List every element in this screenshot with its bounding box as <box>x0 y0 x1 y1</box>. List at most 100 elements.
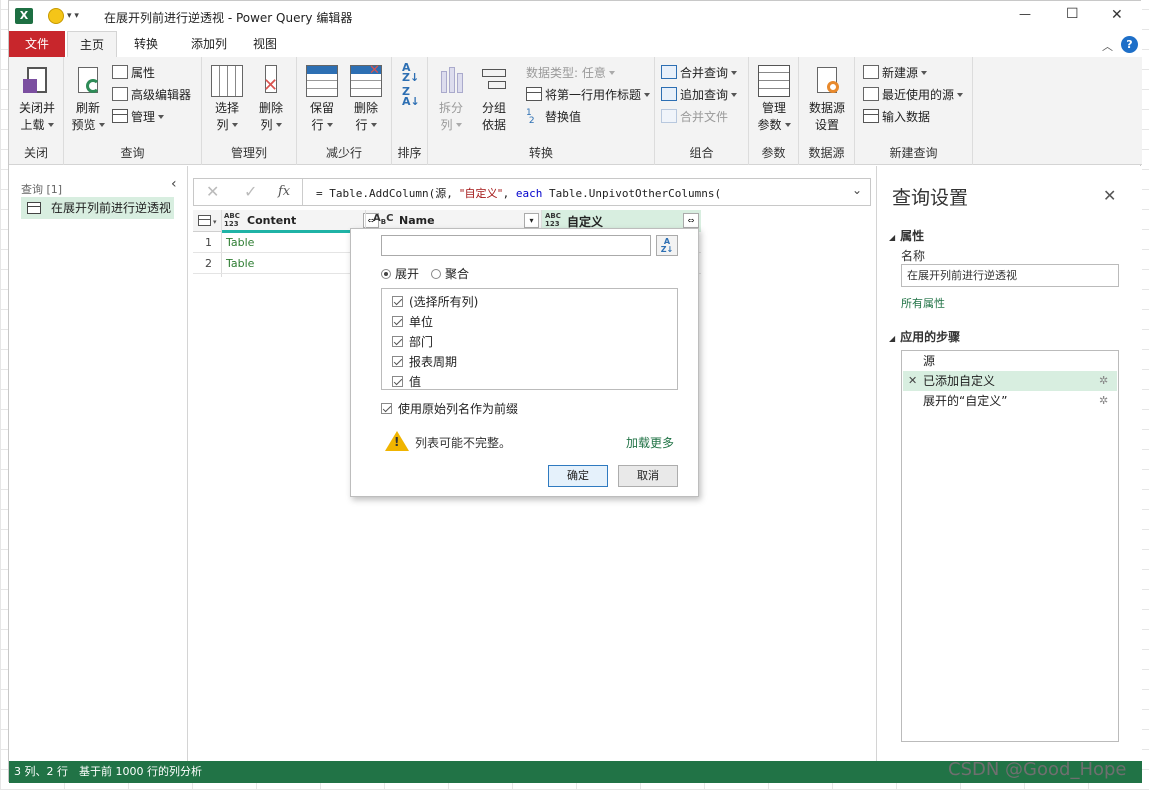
applied-steps-header[interactable]: ◢ 应用的步骤 <box>889 328 960 345</box>
append-queries-button[interactable]: 追加查询 <box>661 85 738 105</box>
cancel-button[interactable]: 取消 <box>618 465 678 487</box>
group-close: 关闭并 上载 关闭 <box>9 57 64 165</box>
step-item[interactable]: ✕ 已添加自定义 ✲ <box>903 371 1117 391</box>
text-type-icon: ABC <box>373 213 394 226</box>
all-properties-link[interactable]: 所有属性 <box>901 295 945 311</box>
group-manage-columns: 选择 列 ✕ 删除 列 管理列 <box>202 57 297 165</box>
tab-add-column[interactable]: 添加列 <box>177 31 241 57</box>
choose-columns-button[interactable]: 选择 列 <box>206 65 248 134</box>
group-by-button[interactable]: 分组 依据 <box>474 65 514 134</box>
query-item[interactable]: 在展开列前进行逆透视 <box>21 197 174 219</box>
group-data-source: 数据源 设置 数据源 <box>799 57 855 165</box>
checkbox-unit[interactable]: 单位 <box>392 313 433 330</box>
expand-column-icon[interactable]: ⇔ <box>683 213 699 228</box>
expand-column-dialog: A Z↓ 展开 聚合 (选择所有列) 单位 部门 报表周期 值 使用原始列名作为前… <box>350 228 699 497</box>
remove-columns-button[interactable]: ✕ 删除 列 <box>250 65 292 134</box>
window-title: 在展开列前进行逆透视 - Power Query 编辑器 <box>104 11 353 25</box>
gear-icon[interactable]: ✲ <box>1099 391 1108 411</box>
group-parameters: 管理 参数 参数 <box>749 57 799 165</box>
group-label-manage-columns: 管理列 <box>230 146 267 160</box>
checkbox-report-period[interactable]: 报表周期 <box>392 353 457 370</box>
close-and-load-button[interactable]: 关闭并 上载 <box>13 65 61 134</box>
close-settings-icon[interactable]: ✕ <box>1103 186 1116 205</box>
split-column-button[interactable]: 拆分 列 <box>432 65 470 134</box>
enter-data-button[interactable]: 输入数据 <box>863 107 930 127</box>
refresh-icon <box>72 65 104 97</box>
combine-files-button[interactable]: 合并文件 <box>661 107 728 127</box>
minimize-button[interactable]: — <box>1019 7 1031 21</box>
sort-ascending-icon[interactable]: A Z↓ <box>402 62 419 83</box>
manage-button[interactable]: 管理 <box>112 107 165 127</box>
group-sort: A Z↓ Z A↓ 排序 <box>392 57 428 165</box>
tab-file[interactable]: 文件 <box>9 31 65 57</box>
checkbox-value[interactable]: 值 <box>392 373 421 390</box>
recent-sources-button[interactable]: 最近使用的源 <box>863 85 964 105</box>
any-type-icon: ABC 123 <box>224 212 240 228</box>
sort-descending-icon[interactable]: Z A↓ <box>402 86 420 107</box>
properties-section-header[interactable]: ◢ 属性 <box>889 227 924 244</box>
recent-sources-icon <box>863 87 879 101</box>
table-cell-link[interactable]: Table <box>226 236 254 249</box>
search-input[interactable] <box>381 235 651 256</box>
gear-icon[interactable]: ✲ <box>1099 371 1108 391</box>
tab-transform[interactable]: 转换 <box>121 31 171 57</box>
group-label-parameters: 参数 <box>761 146 786 160</box>
formula-input[interactable]: = Table.AddColumn(源, "自定义", each Table.U… <box>316 185 721 201</box>
help-icon[interactable]: ? <box>1121 36 1138 53</box>
table-menu-icon[interactable] <box>198 215 211 226</box>
column-checkbox-list: (选择所有列) 单位 部门 报表周期 值 <box>381 288 678 390</box>
excel-icon: X <box>15 8 33 24</box>
prefix-checkbox[interactable]: 使用原始列名作为前缀 <box>381 400 518 417</box>
sort-az-button[interactable]: A Z↓ <box>656 235 678 256</box>
advanced-editor-button[interactable]: 高级编辑器 <box>112 85 191 105</box>
ok-button[interactable]: 确定 <box>548 465 608 487</box>
use-first-row-headers-button[interactable]: 将第一行用作标题 <box>526 85 651 105</box>
status-profile[interactable]: 基于前 1000 行的列分析 <box>79 761 202 783</box>
cancel-formula-icon[interactable]: ✕ <box>206 182 219 201</box>
choose-columns-icon <box>211 65 243 97</box>
aggregate-radio[interactable]: 聚合 <box>431 265 469 282</box>
column-header-content[interactable]: ABC 123 Content ⇔ <box>222 210 379 233</box>
expand-radio[interactable]: 展开 <box>381 265 419 282</box>
merge-queries-button[interactable]: 合并查询 <box>661 63 738 83</box>
collapse-ribbon-icon[interactable]: ︿ <box>1102 38 1113 54</box>
collapse-queries-icon[interactable]: ‹ <box>171 176 177 192</box>
table-cell-link[interactable]: Table <box>226 257 254 270</box>
properties-button[interactable]: 属性 <box>112 63 155 83</box>
filter-dropdown-icon[interactable]: ▾ <box>524 213 539 228</box>
maximize-button[interactable]: ☐ <box>1066 6 1079 22</box>
manage-parameters-button[interactable]: 管理 参数 <box>752 65 796 134</box>
tab-view[interactable]: 视图 <box>241 31 289 57</box>
group-label-close: 关闭 <box>23 146 48 160</box>
queries-header: 查询 [1] <box>21 183 63 196</box>
step-item[interactable]: 展开的“自定义” ✲ <box>903 391 1117 411</box>
fx-icon[interactable]: fx <box>278 184 290 199</box>
replace-values-button[interactable]: 1 2 替换值 <box>526 107 581 127</box>
applied-steps-list: 源 ✕ 已添加自定义 ✲ 展开的“自定义” ✲ <box>901 350 1119 742</box>
customize-qat-icon[interactable]: ▾ ▾ <box>67 11 79 21</box>
expand-formula-icon[interactable]: ⌄ <box>852 183 862 197</box>
load-more-link[interactable]: 加载更多 <box>626 434 674 451</box>
keep-rows-button[interactable]: 保留 行 <box>301 65 343 134</box>
checkbox-department[interactable]: 部门 <box>392 333 433 350</box>
query-name-input[interactable]: 在展开列前进行逆透视 <box>901 264 1119 287</box>
commit-formula-icon[interactable]: ✓ <box>244 182 257 201</box>
advanced-editor-icon <box>112 87 128 101</box>
new-source-button[interactable]: 新建源 <box>863 63 928 83</box>
title-bar: X ▾ ▾ 在展开列前进行逆透视 - Power Query 编辑器 — ☐ ✕ <box>9 1 1142 31</box>
step-item[interactable]: 源 <box>903 351 1117 371</box>
group-label-reduce-rows: 减少行 <box>325 146 362 160</box>
refresh-preview-button[interactable]: 刷新 预览 <box>68 65 108 134</box>
checkbox-select-all[interactable]: (选择所有列) <box>392 293 478 310</box>
data-type-dropdown[interactable]: 数据类型: 任意 <box>526 63 615 83</box>
delete-step-icon[interactable]: ✕ <box>908 371 917 391</box>
group-label-new-query: 新建查询 <box>889 146 938 160</box>
group-label-transform: 转换 <box>528 146 553 160</box>
smiley-icon[interactable] <box>48 8 64 24</box>
close-button[interactable]: ✕ <box>1111 7 1123 23</box>
group-combine: 合并查询 追加查询 合并文件 组合 <box>655 57 749 165</box>
remove-rows-button[interactable]: ✕ 删除 行 <box>345 63 387 134</box>
append-icon <box>661 87 677 101</box>
data-source-settings-button[interactable]: 数据源 设置 <box>803 65 851 134</box>
tab-home[interactable]: 主页 <box>67 31 117 57</box>
